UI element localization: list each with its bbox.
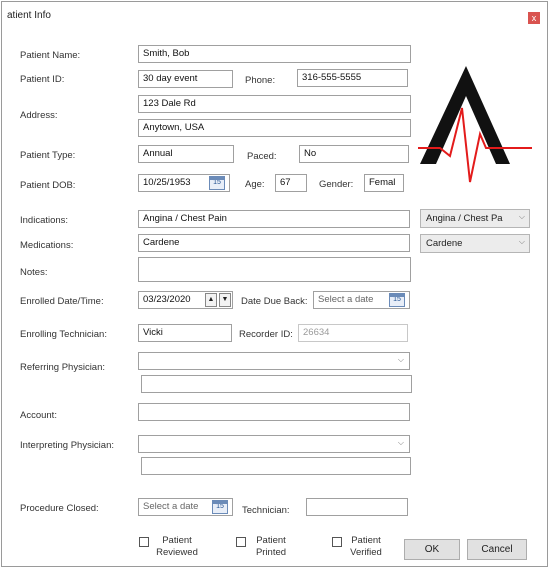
chevron-down-icon: ⌵ (397, 438, 404, 447)
indications-label: Indications: (20, 215, 69, 226)
indications-combo-value: Angina / Chest Pa (426, 213, 503, 224)
account-field[interactable] (138, 403, 410, 421)
ok-button[interactable]: OK (404, 539, 460, 560)
age-label: Age: (245, 179, 265, 190)
checkbox-label-line: Printed (255, 547, 287, 558)
enrolling-technician-field[interactable]: Vicki (138, 324, 232, 342)
patient-reviewed-label: Patient Reviewed (149, 535, 205, 559)
patient-id-field[interactable]: 30 day event (138, 70, 233, 88)
age-field[interactable]: 67 (275, 174, 307, 192)
cancel-button[interactable]: Cancel (467, 539, 527, 560)
patient-reviewed-checkbox[interactable] (139, 537, 149, 547)
title-bar: atient Info x (2, 2, 547, 29)
date-due-back-calendar-icon[interactable]: 15 (389, 293, 405, 307)
procedure-closed-calendar-icon[interactable]: 15 (212, 500, 228, 514)
enrolled-label: Enrolled Date/Time: (20, 296, 104, 307)
referring-physician-detail-field[interactable] (141, 375, 412, 393)
patient-verified-checkbox[interactable] (332, 537, 342, 547)
date-due-back-label: Date Due Back: (241, 296, 308, 307)
paced-field[interactable]: No (299, 145, 409, 163)
phone-field[interactable]: 316-555-5555 (297, 69, 408, 87)
patient-type-field[interactable]: Annual (138, 145, 234, 163)
company-logo (418, 66, 532, 183)
checkbox-label-line: Patient (162, 535, 192, 546)
dob-calendar-icon[interactable]: 15 (209, 176, 225, 190)
procedure-closed-label: Procedure Closed: (20, 503, 99, 514)
phone-label: Phone: (245, 75, 276, 86)
patient-printed-checkbox[interactable] (236, 537, 246, 547)
checkbox-label-line: Patient (256, 535, 286, 546)
account-label: Account: (20, 410, 57, 421)
referring-physician-label: Referring Physician: (20, 362, 106, 373)
notes-field[interactable] (138, 257, 411, 282)
interpreting-physician-label: Interpreting Physician: (20, 440, 114, 451)
procedure-closed-value: Select a date (143, 501, 199, 512)
address-line1-field[interactable]: 123 Dale Rd (138, 95, 411, 113)
chevron-down-icon: ⌵ (518, 212, 525, 221)
address-label: Address: (20, 110, 58, 121)
recorder-id-field[interactable]: 26634 (298, 324, 408, 342)
interpreting-physician-dropdown[interactable]: ⌵ (138, 435, 410, 453)
date-due-back-value: Select a date (318, 294, 374, 305)
enrolled-dropdown-button[interactable]: ▼ (219, 293, 231, 307)
referring-physician-dropdown[interactable]: ⌵ (138, 352, 410, 370)
notes-label: Notes: (20, 267, 48, 278)
patient-printed-label: Patient Printed (246, 535, 296, 559)
patient-type-label: Patient Type: (20, 150, 76, 161)
checkbox-label-line: Patient (351, 535, 381, 546)
patient-name-field[interactable]: Smith, Bob (138, 45, 411, 63)
paced-label: Paced: (247, 151, 277, 162)
enrolled-spinner[interactable]: ▲ (205, 293, 217, 307)
medications-field[interactable]: Cardene (138, 234, 410, 252)
patient-dob-label: Patient DOB: (20, 180, 76, 191)
patient-name-label: Patient Name: (20, 50, 81, 61)
enrolled-value: 03/23/2020 (143, 294, 191, 305)
medications-combo-value: Cardene (426, 238, 463, 249)
checkbox-label-line: Reviewed (156, 547, 198, 558)
technician-field[interactable] (306, 498, 408, 516)
recorder-id-label: Recorder ID: (239, 329, 293, 340)
chevron-down-icon: ⌵ (518, 237, 525, 246)
chevron-down-icon: ⌵ (397, 355, 404, 364)
close-button[interactable]: x (528, 12, 540, 24)
patient-id-label: Patient ID: (20, 74, 65, 85)
interpreting-physician-detail-field[interactable] (141, 457, 411, 475)
medications-combo[interactable]: Cardene ⌵ (420, 234, 530, 253)
indications-combo[interactable]: Angina / Chest Pa ⌵ (420, 209, 530, 228)
patient-verified-label: Patient Verified (342, 535, 390, 559)
gender-field[interactable]: Femal (364, 174, 404, 192)
enrolling-technician-label: Enrolling Technician: (20, 329, 107, 340)
address-line2-field[interactable]: Anytown, USA (138, 119, 411, 137)
checkbox-label-line: Verified (350, 547, 382, 558)
technician-label: Technician: (242, 505, 290, 516)
indications-field[interactable]: Angina / Chest Pain (138, 210, 410, 228)
window-title: atient Info (7, 10, 51, 21)
patient-info-dialog: atient Info x Patient Name: Smith, Bob P… (1, 1, 548, 567)
dob-value: 10/25/1953 (143, 177, 191, 188)
medications-label: Medications: (20, 240, 74, 251)
gender-label: Gender: (319, 179, 354, 190)
